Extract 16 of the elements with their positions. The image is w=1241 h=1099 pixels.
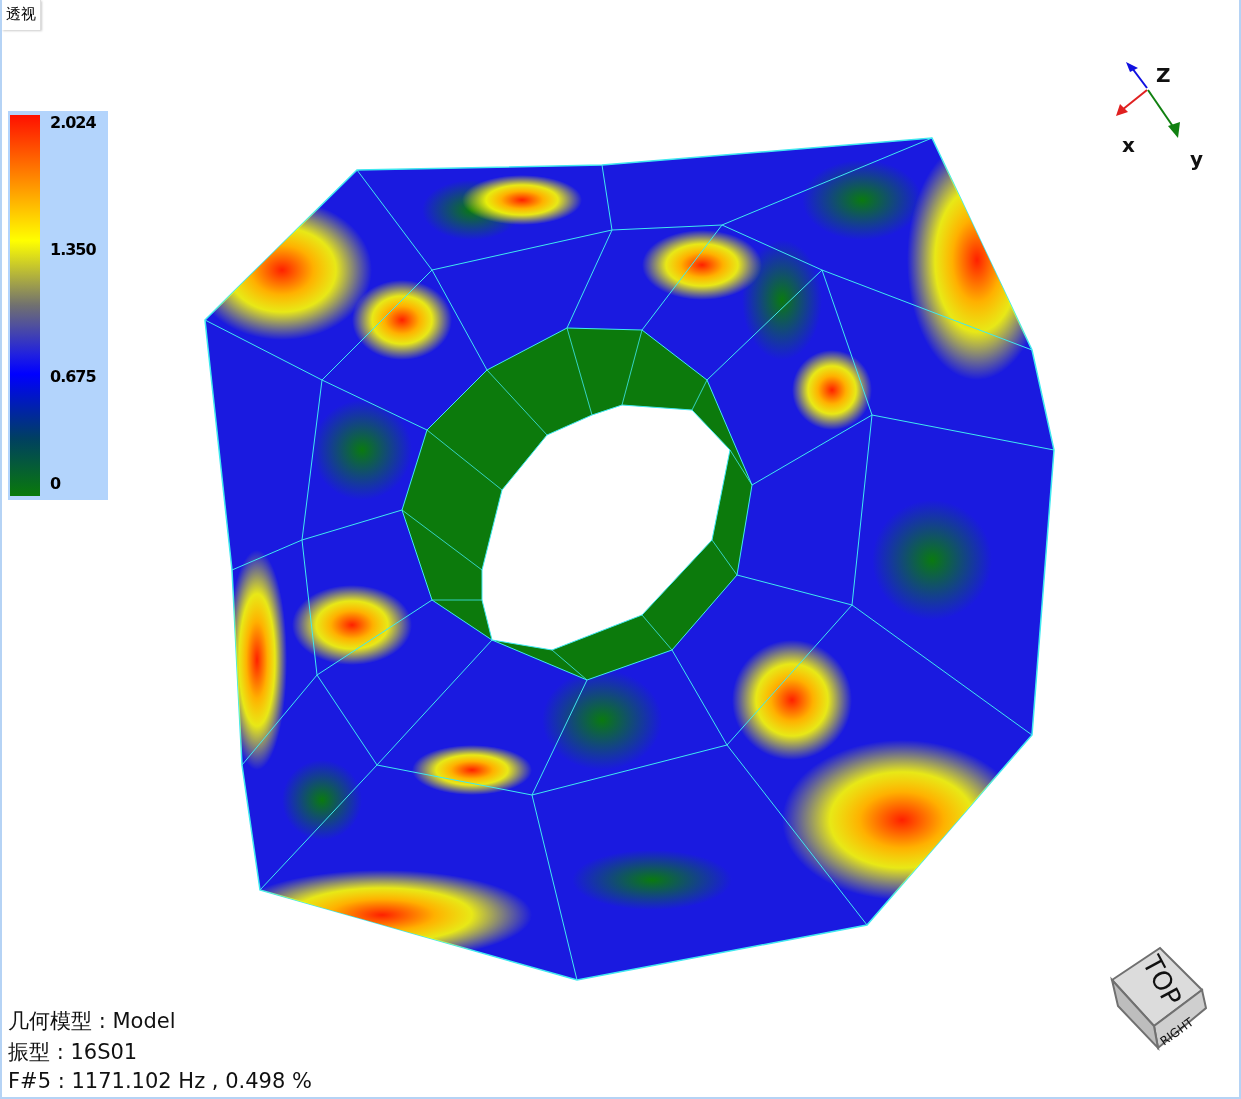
legend-value: 0.675	[50, 367, 96, 386]
z-axis-arrow	[1126, 62, 1148, 89]
x-axis-arrow	[1116, 89, 1148, 116]
y-axis-arrow	[1147, 89, 1180, 138]
axis-label: Z	[1156, 63, 1171, 87]
legend-value: 2.024	[50, 113, 96, 132]
axis-label: x	[1122, 133, 1135, 157]
legend-value: 0	[50, 474, 61, 493]
legend-value: 1.350	[50, 240, 96, 259]
axis-label: y	[1190, 147, 1204, 171]
view-tab[interactable]: 透视	[2, 0, 41, 30]
info-text: F#5 : 1171.102 Hz , 0.498 %	[8, 1069, 312, 1093]
info-text: 几何模型 : Model	[8, 1008, 177, 1035]
cube-face-label: TOP	[1136, 950, 1188, 1011]
view-cube[interactable]	[1110, 946, 1208, 1052]
info-text: 振型 : 16S01	[8, 1039, 139, 1066]
